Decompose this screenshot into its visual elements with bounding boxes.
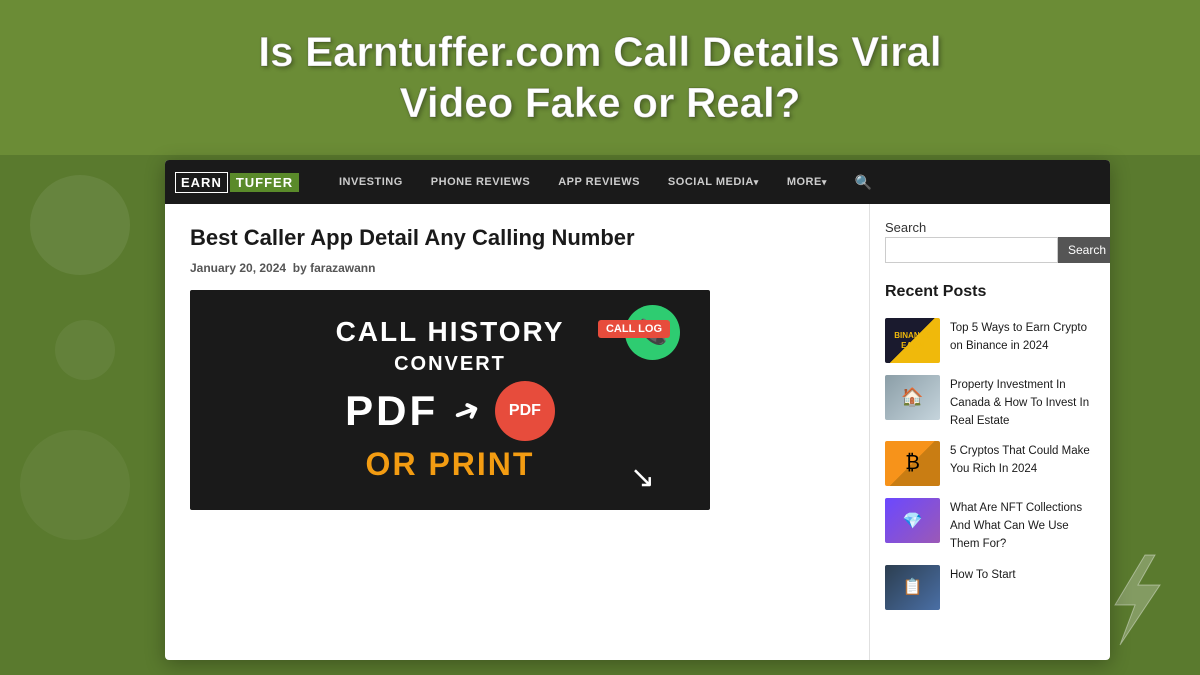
pdf-badge: PDF [495, 381, 555, 441]
post-info-3: 5 Cryptos That Could Make You Rich In 20… [950, 441, 1095, 477]
post-info-4: What Are NFT Collections And What Can We… [950, 498, 1095, 552]
sidebar: Search Search Recent Posts BINANCEEARN T… [870, 204, 1110, 660]
post-thumb-1: BINANCEEARN [885, 318, 940, 363]
post-item-1: BINANCEEARN Top 5 Ways to Earn Crypto on… [885, 318, 1095, 363]
logo-area: EARN TUFFER [175, 172, 305, 193]
post-title-4[interactable]: What Are NFT Collections And What Can We… [950, 502, 1082, 550]
recent-posts-title: Recent Posts [885, 283, 1095, 306]
search-button[interactable]: Search [1058, 237, 1110, 263]
deco-circle-1 [30, 175, 130, 275]
post-info-5: How To Start [950, 565, 1095, 583]
thumb-property: 🏠 [885, 375, 940, 420]
post-thumb-5: 📋 [885, 565, 940, 610]
call-log-badge: CALL LOG [598, 320, 670, 338]
navbar: EARN TUFFER INVESTING PHONE REVIEWS APP … [165, 160, 1110, 204]
article-by: by [293, 261, 307, 275]
page-title: Is Earntuffer.com Call Details Viral Vid… [258, 27, 941, 128]
article-author: farazawann [310, 261, 375, 275]
post-info-1: Top 5 Ways to Earn Crypto on Binance in … [950, 318, 1095, 354]
content-area: Best Caller App Detail Any Calling Numbe… [165, 204, 1110, 660]
logo-earn: EARN [175, 172, 228, 193]
post-info-2: Property Investment In Canada & How To I… [950, 375, 1095, 429]
thumb-howto: 📋 [885, 565, 940, 610]
post-title-5[interactable]: How To Start [950, 569, 1016, 581]
nav-social-media[interactable]: SOCIAL MEDIA [654, 160, 773, 204]
image-pdf-row: PDF ➜ PDF [345, 381, 555, 441]
search-row: Search [885, 237, 1095, 263]
post-item-3: ₿ 5 Cryptos That Could Make You Rich In … [885, 441, 1095, 486]
post-thumb-3: ₿ [885, 441, 940, 486]
thumb-crypto: BINANCEEARN [885, 318, 940, 363]
main-content: Best Caller App Detail Any Calling Numbe… [165, 204, 870, 660]
arrow-icon: ➜ [447, 389, 485, 434]
thumb-bitcoin: ₿ [885, 441, 940, 486]
deco-circle-3 [20, 430, 130, 540]
title-line2: Video Fake or Real? [400, 79, 801, 126]
page-title-area: Is Earntuffer.com Call Details Viral Vid… [0, 0, 1200, 155]
nav-app-reviews[interactable]: APP REVIEWS [544, 160, 654, 204]
post-item-4: 💎 What Are NFT Collections And What Can … [885, 498, 1095, 552]
article-date: January 20, 2024 [190, 261, 286, 275]
article-image: 📞 CALL LOG CALL HISTORY CONVERT PDF ➜ PD… [190, 290, 710, 510]
article-meta: January 20, 2024 by farazawann [190, 261, 844, 275]
post-title-3[interactable]: 5 Cryptos That Could Make You Rich In 20… [950, 445, 1090, 475]
post-title-2[interactable]: Property Investment In Canada & How To I… [950, 379, 1089, 427]
bottom-arrow-icon: ↘ [630, 460, 655, 495]
browser-card: EARN TUFFER INVESTING PHONE REVIEWS APP … [165, 160, 1110, 660]
post-thumb-4: 💎 [885, 498, 940, 543]
search-label: Search [885, 220, 926, 235]
post-thumb-2: 🏠 [885, 375, 940, 420]
nav-phone-reviews[interactable]: PHONE REVIEWS [417, 160, 544, 204]
title-line1: Is Earntuffer.com Call Details Viral [258, 28, 941, 75]
post-title-1[interactable]: Top 5 Ways to Earn Crypto on Binance in … [950, 322, 1087, 352]
post-item-2: 🏠 Property Investment In Canada & How To… [885, 375, 1095, 429]
logo-tuffer: TUFFER [230, 173, 299, 192]
thumb-nft: 💎 [885, 498, 940, 543]
nav-more[interactable]: More [773, 160, 841, 204]
post-item-5: 📋 How To Start [885, 565, 1095, 610]
image-convert: CONVERT [394, 353, 506, 376]
nav-search-icon[interactable]: 🔍 [841, 174, 886, 191]
image-title: CALL HISTORY [336, 316, 565, 348]
nav-investing[interactable]: INVESTING [325, 160, 417, 204]
image-pdf-text: PDF [345, 387, 438, 435]
image-or-print: OR PRINT [366, 446, 535, 483]
deco-circle-2 [55, 320, 115, 380]
article-title: Best Caller App Detail Any Calling Numbe… [190, 224, 844, 253]
search-input[interactable] [885, 237, 1058, 263]
nav-items: INVESTING PHONE REVIEWS APP REVIEWS SOCI… [325, 160, 1110, 204]
